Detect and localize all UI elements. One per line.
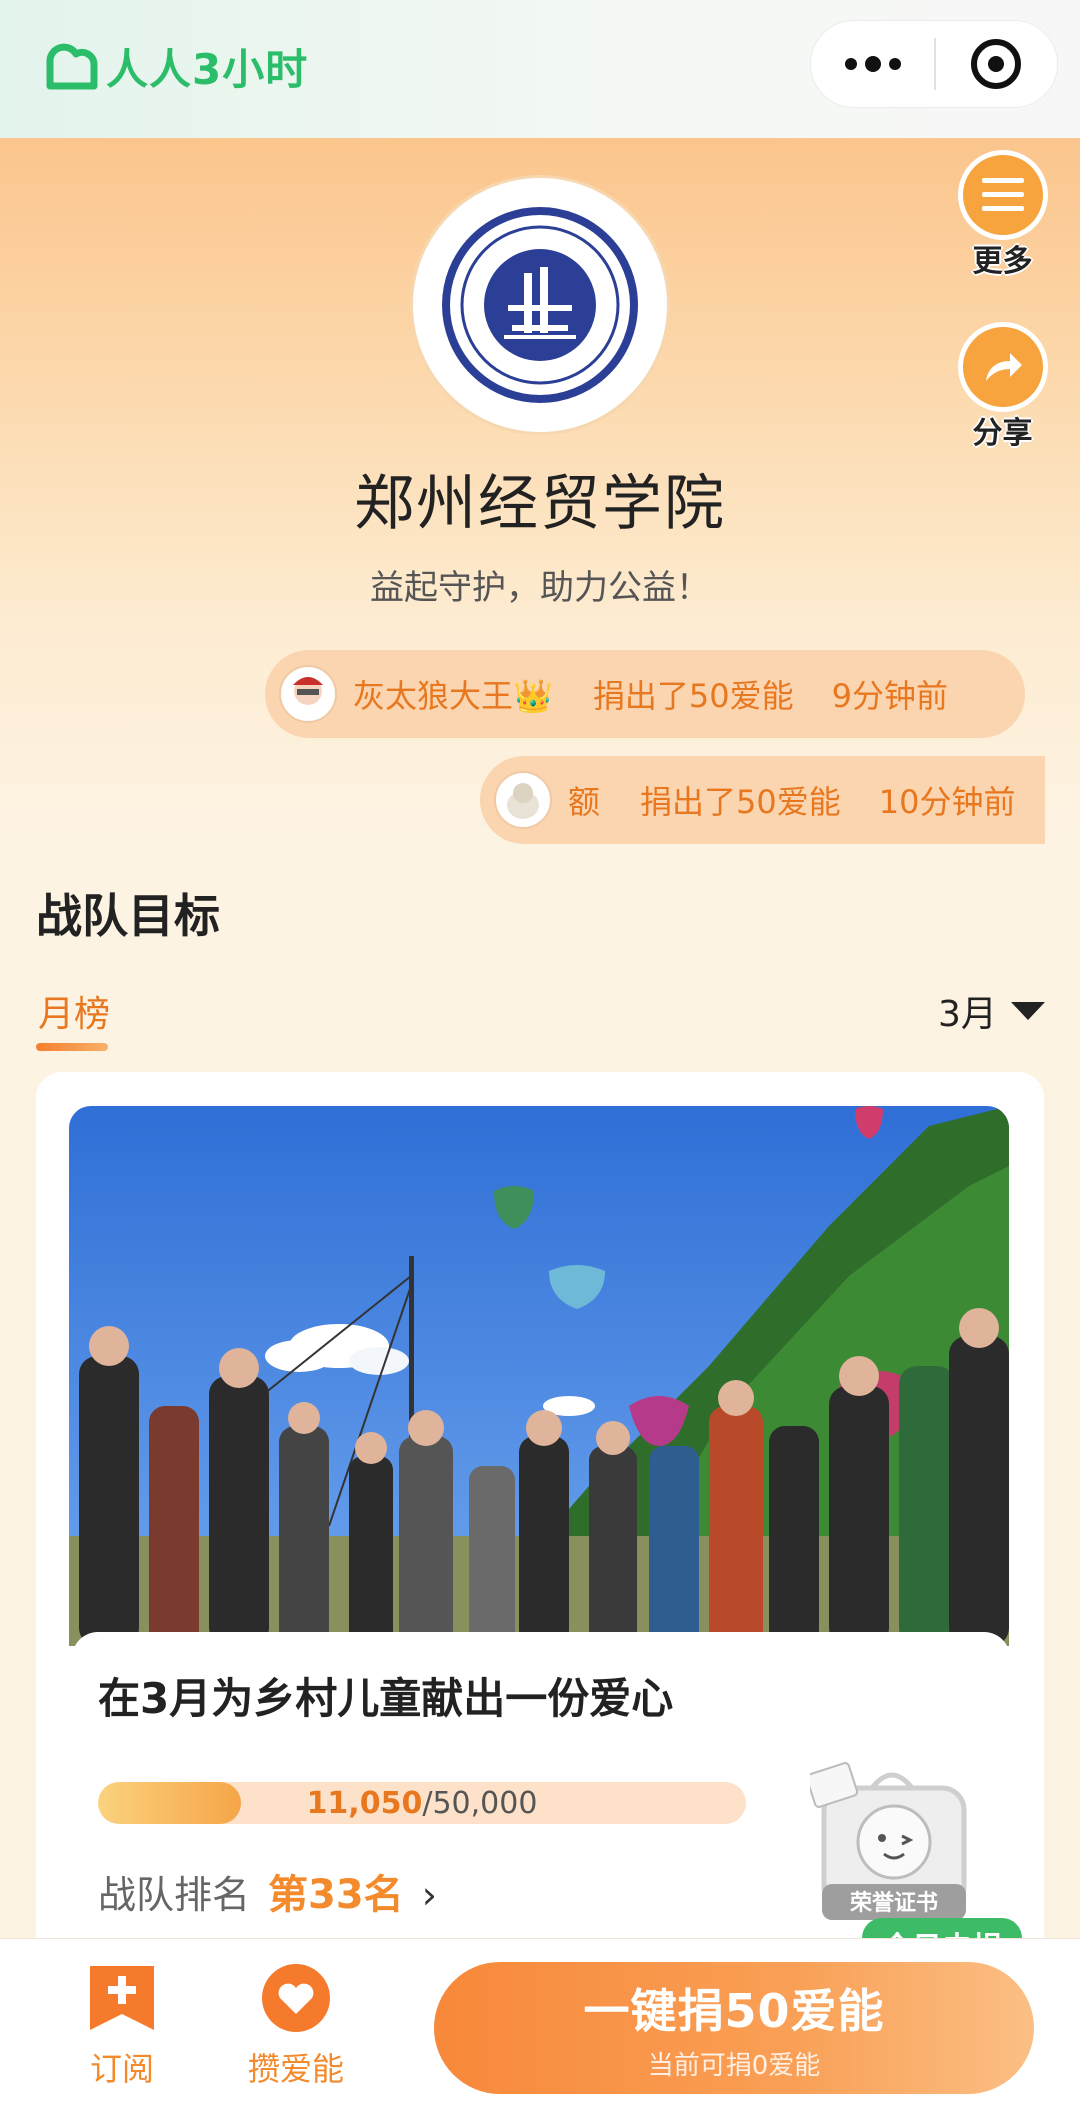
subscribe-button[interactable]: 订阅	[62, 1962, 182, 2090]
team-avatar	[410, 175, 670, 435]
mini-program-capsule	[810, 20, 1058, 108]
brand-name: 人人3小时	[106, 45, 309, 94]
honor-certificate[interactable]: 荣誉证书	[805, 1760, 975, 1930]
avatar	[279, 665, 337, 723]
certificate-mascot-icon: 荣誉证书	[805, 1762, 967, 1920]
team-name: 郑州经贸学院	[354, 469, 726, 539]
progress-target: /50,000	[422, 1785, 538, 1821]
target-close-icon[interactable]	[936, 21, 1057, 107]
more-button[interactable]: 更多	[955, 150, 1050, 280]
menu-lines-icon	[957, 150, 1048, 240]
collect-energy-button[interactable]: 攒爱能	[236, 1962, 356, 2090]
one-click-donate-button[interactable]: 一键捐50爱能 当前可捐0爱能	[434, 1962, 1034, 2094]
section-title: 战队目标	[36, 889, 220, 943]
more-label: 更多	[972, 244, 1033, 279]
certificate-text: 荣誉证书	[849, 1890, 938, 1916]
goal-title: 在3月为乡村儿童献出一份爱心	[98, 1674, 674, 1723]
donation-action: 捐出了50爱能	[592, 677, 794, 715]
goal-progress-bar: 11,050/50,000	[98, 1782, 746, 1824]
more-dots-icon[interactable]	[811, 21, 934, 107]
donation-action: 捐出了50爱能	[640, 783, 841, 821]
caret-down-icon	[1010, 1002, 1045, 1020]
goal-photo	[69, 1106, 1009, 1646]
month-dropdown[interactable]: 3月	[938, 985, 1045, 1037]
university-emblem-icon	[442, 207, 638, 403]
progress-current: 11,050	[306, 1785, 423, 1821]
donor-name: 灰太狼大王👑	[353, 677, 553, 715]
heart-icon	[262, 1964, 330, 2032]
subscribe-label: 订阅	[89, 2050, 154, 2088]
month-value: 3月	[938, 994, 997, 1035]
team-slogan: 益起守护，助力公益！	[370, 568, 710, 608]
tab-monthly[interactable]: 月榜	[38, 985, 110, 1037]
donor-name: 额	[568, 783, 601, 821]
donate-sub-label: 当前可捐0爱能	[647, 2050, 821, 2081]
bookmark-plus-icon	[90, 1966, 154, 2030]
avatar	[494, 771, 552, 829]
donation-ticker-item: 灰太狼大王👑 捐出了50爱能 9分钟前	[265, 650, 1025, 738]
donation-time: 10分钟前	[878, 783, 1016, 821]
tab-underline	[36, 1043, 108, 1051]
share-button[interactable]: 分享	[955, 322, 1050, 452]
rank-value: 第33名	[268, 1872, 404, 1918]
donate-main-label: 一键捐50爱能	[583, 1983, 885, 2038]
progress-text: 11,050/50,000	[98, 1782, 746, 1824]
team-rank-link[interactable]: 战队排名 第33名 ›	[98, 1862, 437, 1920]
top-bar: 人人3小时	[0, 0, 1080, 138]
rank-label: 战队排名	[98, 1873, 251, 1917]
share-arrow-icon	[957, 322, 1048, 412]
chevron-right-icon: ›	[421, 1873, 437, 1917]
brand-logo-icon	[46, 43, 98, 89]
share-label: 分享	[972, 416, 1033, 451]
donation-ticker-item: 额 捐出了50爱能 10分钟前	[480, 756, 1045, 844]
brand: 人人3小时	[42, 36, 308, 97]
donation-time: 9分钟前	[831, 677, 948, 715]
collect-label: 攒爱能	[247, 2050, 344, 2088]
